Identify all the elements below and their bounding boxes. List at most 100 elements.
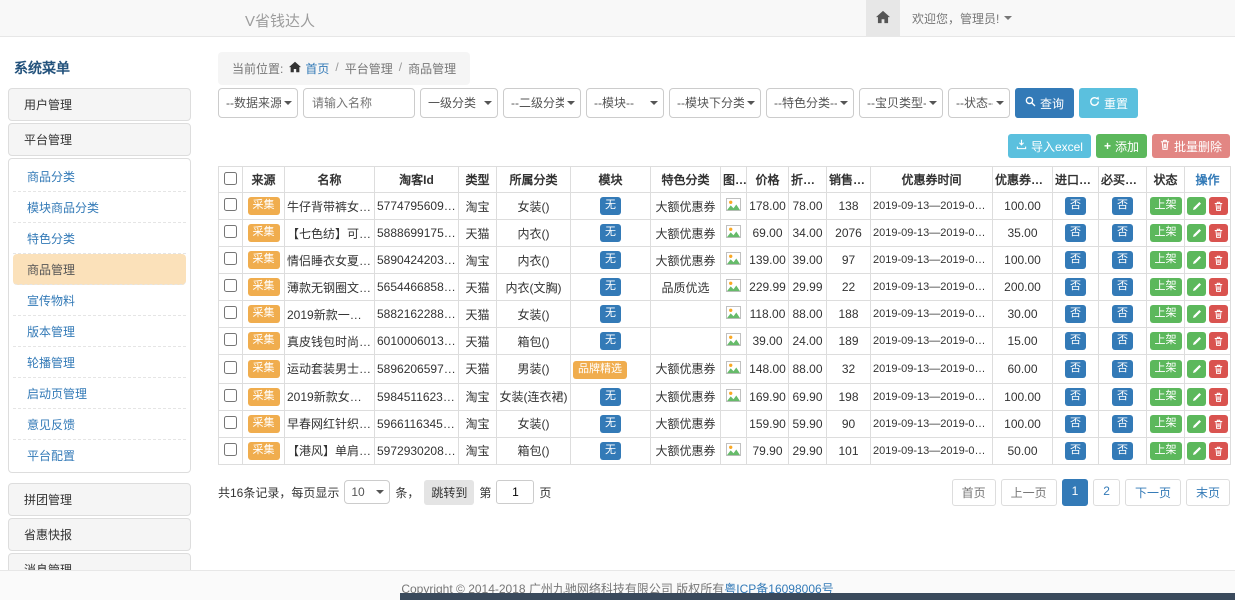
import-select-toggle[interactable]: 否 [1065,305,1086,323]
must-buy-toggle[interactable]: 否 [1112,224,1133,242]
edit-button[interactable] [1187,332,1206,350]
import-select-toggle[interactable]: 否 [1065,278,1086,296]
sidebar-group[interactable]: 用户管理 [8,88,191,121]
row-checkbox[interactable] [224,252,237,265]
row-checkbox[interactable] [224,416,237,429]
search-button[interactable]: 查询 [1015,88,1074,118]
must-buy-toggle[interactable]: 否 [1112,415,1133,433]
sidebar-submenu-item[interactable]: 商品分类 [13,161,186,192]
status-badge[interactable]: 上架 [1150,360,1182,378]
filter-select[interactable]: --二级分类-- [503,88,581,118]
sidebar-submenu-item[interactable]: 启动页管理 [13,378,186,409]
edit-button[interactable] [1187,197,1206,215]
row-checkbox[interactable] [224,361,237,374]
edit-button[interactable] [1187,388,1206,406]
must-buy-toggle[interactable]: 否 [1112,278,1133,296]
row-checkbox[interactable] [224,279,237,292]
row-checkbox[interactable] [224,333,237,346]
row-checkbox[interactable] [224,443,237,456]
status-badge[interactable]: 上架 [1150,305,1182,323]
reset-button[interactable]: 重置 [1079,88,1138,118]
delete-button[interactable] [1209,224,1228,242]
breadcrumb-item[interactable]: /平台管理 [335,60,392,77]
edit-button[interactable] [1187,224,1206,242]
must-buy-toggle[interactable]: 否 [1112,332,1133,350]
filter-select[interactable]: --状态-- [948,88,1010,118]
status-badge[interactable]: 上架 [1150,332,1182,350]
page-button[interactable]: 末页 [1186,479,1230,506]
import-select-toggle[interactable]: 否 [1065,224,1086,242]
row-checkbox[interactable] [224,198,237,211]
delete-button[interactable] [1209,388,1228,406]
import-select-toggle[interactable]: 否 [1065,415,1086,433]
add-button[interactable]: + 添加 [1096,134,1147,158]
must-buy-toggle[interactable]: 否 [1112,305,1133,323]
delete-button[interactable] [1209,415,1228,433]
import-select-toggle[interactable]: 否 [1065,332,1086,350]
batch-delete-button[interactable]: 批量删除 [1152,134,1230,158]
status-badge[interactable]: 上架 [1150,278,1182,296]
data-source-select[interactable]: --数据来源-- [218,88,298,118]
sidebar-submenu-item[interactable]: 模块商品分类 [13,192,186,223]
page-button[interactable]: 首页 [952,479,996,506]
sidebar-group[interactable]: 消息管理 [8,553,191,571]
sidebar-submenu-item[interactable]: 商品管理 [13,254,186,285]
sidebar-submenu-item[interactable]: 宣传物料 [13,285,186,316]
delete-button[interactable] [1209,442,1228,460]
status-badge[interactable]: 上架 [1150,415,1182,433]
filter-select[interactable]: --特色分类-- [766,88,854,118]
filter-select[interactable]: 一级分类 [420,88,498,118]
per-page-select[interactable]: 10 [344,480,390,504]
sidebar-group[interactable]: 平台管理 [8,123,191,156]
jump-page-input[interactable] [496,480,534,504]
import-select-toggle[interactable]: 否 [1065,197,1086,215]
edit-button[interactable] [1187,360,1206,378]
must-buy-toggle[interactable]: 否 [1112,197,1133,215]
delete-button[interactable] [1209,251,1228,269]
user-menu[interactable]: 欢迎您，管理员! [912,10,1012,27]
breadcrumb-item[interactable]: /商品管理 [399,60,456,77]
edit-button[interactable] [1187,442,1206,460]
edit-button[interactable] [1187,305,1206,323]
sidebar-submenu-item[interactable]: 版本管理 [13,316,186,347]
row-checkbox[interactable] [224,306,237,319]
status-badge[interactable]: 上架 [1150,197,1182,215]
jump-button[interactable]: 跳转到 [424,480,474,505]
import-excel-button[interactable]: 导入excel [1008,134,1091,158]
sidebar-group[interactable]: 省惠快报 [8,518,191,551]
import-select-toggle[interactable]: 否 [1065,251,1086,269]
status-badge[interactable]: 上架 [1150,224,1182,242]
delete-button[interactable] [1209,278,1228,296]
status-badge[interactable]: 上架 [1150,388,1182,406]
import-select-toggle[interactable]: 否 [1065,442,1086,460]
select-all-checkbox[interactable] [224,172,237,185]
edit-button[interactable] [1187,415,1206,433]
sidebar-submenu-item[interactable]: 意见反馈 [13,409,186,440]
status-badge[interactable]: 上架 [1150,442,1182,460]
delete-button[interactable] [1209,197,1228,215]
import-select-toggle[interactable]: 否 [1065,360,1086,378]
must-buy-toggle[interactable]: 否 [1112,251,1133,269]
sidebar-submenu-item[interactable]: 特色分类 [13,223,186,254]
status-badge[interactable]: 上架 [1150,251,1182,269]
must-buy-toggle[interactable]: 否 [1112,442,1133,460]
page-button[interactable]: 2 [1093,479,1120,506]
delete-button[interactable] [1209,332,1228,350]
sidebar-submenu-item[interactable]: 轮播管理 [13,347,186,378]
must-buy-toggle[interactable]: 否 [1112,360,1133,378]
must-buy-toggle[interactable]: 否 [1112,388,1133,406]
page-button[interactable]: 上一页 [1001,479,1057,506]
delete-button[interactable] [1209,360,1228,378]
sidebar-group[interactable]: 拼团管理 [8,483,191,516]
row-checkbox[interactable] [224,225,237,238]
filter-select[interactable]: --模块-- [586,88,664,118]
filter-select[interactable]: --宝贝类型-- [859,88,943,118]
name-search-input[interactable] [303,88,415,118]
sidebar-submenu-item[interactable]: 平台配置 [13,440,186,470]
edit-button[interactable] [1187,251,1206,269]
home-button[interactable] [866,0,900,36]
import-select-toggle[interactable]: 否 [1065,388,1086,406]
edit-button[interactable] [1187,278,1206,296]
page-button[interactable]: 下一页 [1125,479,1181,506]
filter-select[interactable]: --模块下分类-- [669,88,761,118]
